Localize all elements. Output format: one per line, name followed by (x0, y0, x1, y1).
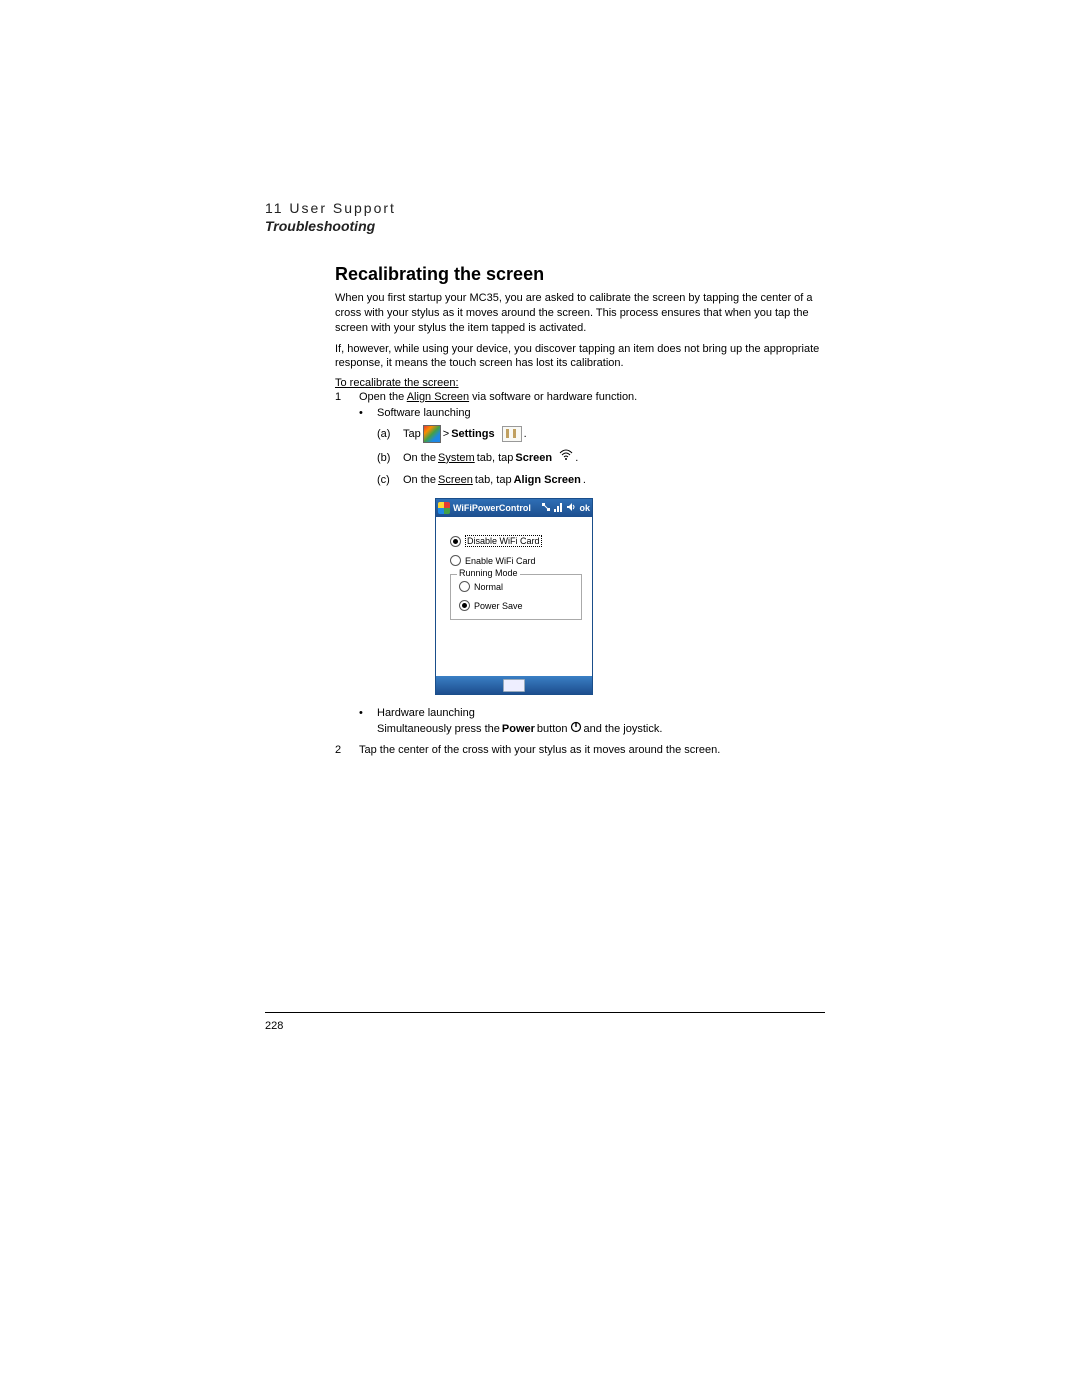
device-titlebar: WiFiPowerControl ok (436, 499, 592, 517)
chapter-label: 11 User Support (265, 200, 825, 216)
connectivity-icon (541, 502, 551, 514)
hw-mid: button (537, 723, 568, 735)
step-1-link: Align Screen (407, 391, 469, 403)
bullet-dot-icon-2: • (359, 707, 377, 719)
substep-c-bold: Align Screen (514, 472, 581, 488)
device-screenshot: WiFiPowerControl ok Disable WiFi Card En… (435, 498, 593, 695)
heading-recalibrating: Recalibrating the screen (335, 264, 825, 285)
substep-b-bold: Screen (515, 450, 552, 466)
footer-rule (265, 1012, 825, 1013)
step-1-body: Open the Align Screen via software or ha… (359, 391, 825, 403)
step-2-number: 2 (335, 744, 359, 756)
step-2: 2 Tap the center of the cross with your … (335, 744, 825, 756)
running-mode-fieldset: Running Mode Normal Power Save (450, 574, 582, 620)
page-number: 228 (265, 1020, 283, 1032)
bullet-software-label: Software launching (377, 407, 471, 419)
substep-b-mid: tab, tap (477, 450, 514, 466)
substep-a-pre: Tap (403, 426, 421, 442)
speaker-icon (566, 502, 576, 514)
substep-c: (c) On the Screen tab, tap Align Screen. (377, 472, 825, 488)
radio-powersave[interactable]: Power Save (459, 600, 575, 611)
paragraph-1: When you first startup your MC35, you ar… (335, 291, 825, 336)
bullet-dot-icon: • (359, 407, 377, 419)
section-title: Troubleshooting (265, 218, 825, 234)
main-content: Recalibrating the screen When you first … (335, 264, 825, 756)
keyboard-icon[interactable] (503, 679, 525, 692)
signal-icon (554, 502, 563, 514)
substep-b-label: (b) (377, 450, 403, 466)
hw-pre: Simultaneously press the (377, 723, 500, 735)
hw-post: and the joystick. (584, 723, 663, 735)
substep-a-mid: > (443, 426, 449, 442)
paragraph-2: If, however, while using your device, yo… (335, 342, 825, 372)
windows-flag-icon (438, 502, 450, 514)
substep-a-post: . (524, 426, 527, 442)
device-body: Disable WiFi Card Enable WiFi Card Runni… (436, 517, 592, 676)
step-1-number: 1 (335, 391, 359, 403)
substep-a: (a) Tap > Settings . (377, 425, 825, 443)
running-mode-legend: Running Mode (457, 568, 520, 578)
screen-wifi-icon (559, 449, 573, 466)
ok-button[interactable]: ok (579, 503, 590, 513)
procedure-title: To recalibrate the screen: (335, 377, 825, 389)
device-footer (436, 676, 592, 694)
start-menu-icon (423, 425, 441, 443)
substep-a-label: (a) (377, 426, 403, 442)
radio-enable-label: Enable WiFi Card (465, 556, 536, 566)
hw-bold: Power (502, 723, 535, 735)
radio-normal[interactable]: Normal (459, 581, 575, 592)
radio-normal-label: Normal (474, 582, 503, 592)
radio-disable-label: Disable WiFi Card (465, 535, 542, 547)
bullet-software: • Software launching (359, 407, 825, 419)
step-2-body: Tap the center of the cross with your st… (359, 744, 825, 756)
settings-icon (502, 426, 522, 442)
step-1: 1 Open the Align Screen via software or … (335, 391, 825, 403)
radio-enable-wifi[interactable]: Enable WiFi Card (450, 555, 582, 566)
substep-b-pre: On the (403, 450, 436, 466)
substep-b-link: System (438, 450, 475, 466)
page-content: 11 User Support Troubleshooting Recalibr… (265, 200, 825, 758)
bullet-hardware: • Hardware launching (359, 707, 825, 719)
substep-c-post: . (583, 472, 586, 488)
substep-a-settings: Settings (451, 426, 494, 442)
bullet-hardware-label: Hardware launching (377, 707, 475, 719)
hardware-instruction: Simultaneously press the Power button an… (377, 721, 825, 736)
substep-c-link: Screen (438, 472, 473, 488)
power-icon (570, 721, 582, 736)
radio-disable-wifi[interactable]: Disable WiFi Card (450, 535, 582, 547)
substep-c-mid: tab, tap (475, 472, 512, 488)
device-title-text: WiFiPowerControl (453, 503, 531, 513)
substep-b-post: . (575, 450, 578, 466)
substep-c-pre: On the (403, 472, 436, 488)
substep-c-label: (c) (377, 472, 403, 488)
step-1-post: via software or hardware function. (469, 391, 637, 403)
radio-powersave-label: Power Save (474, 601, 523, 611)
substep-b: (b) On the System tab, tap Screen . (377, 449, 825, 466)
step-1-pre: Open the (359, 391, 407, 403)
